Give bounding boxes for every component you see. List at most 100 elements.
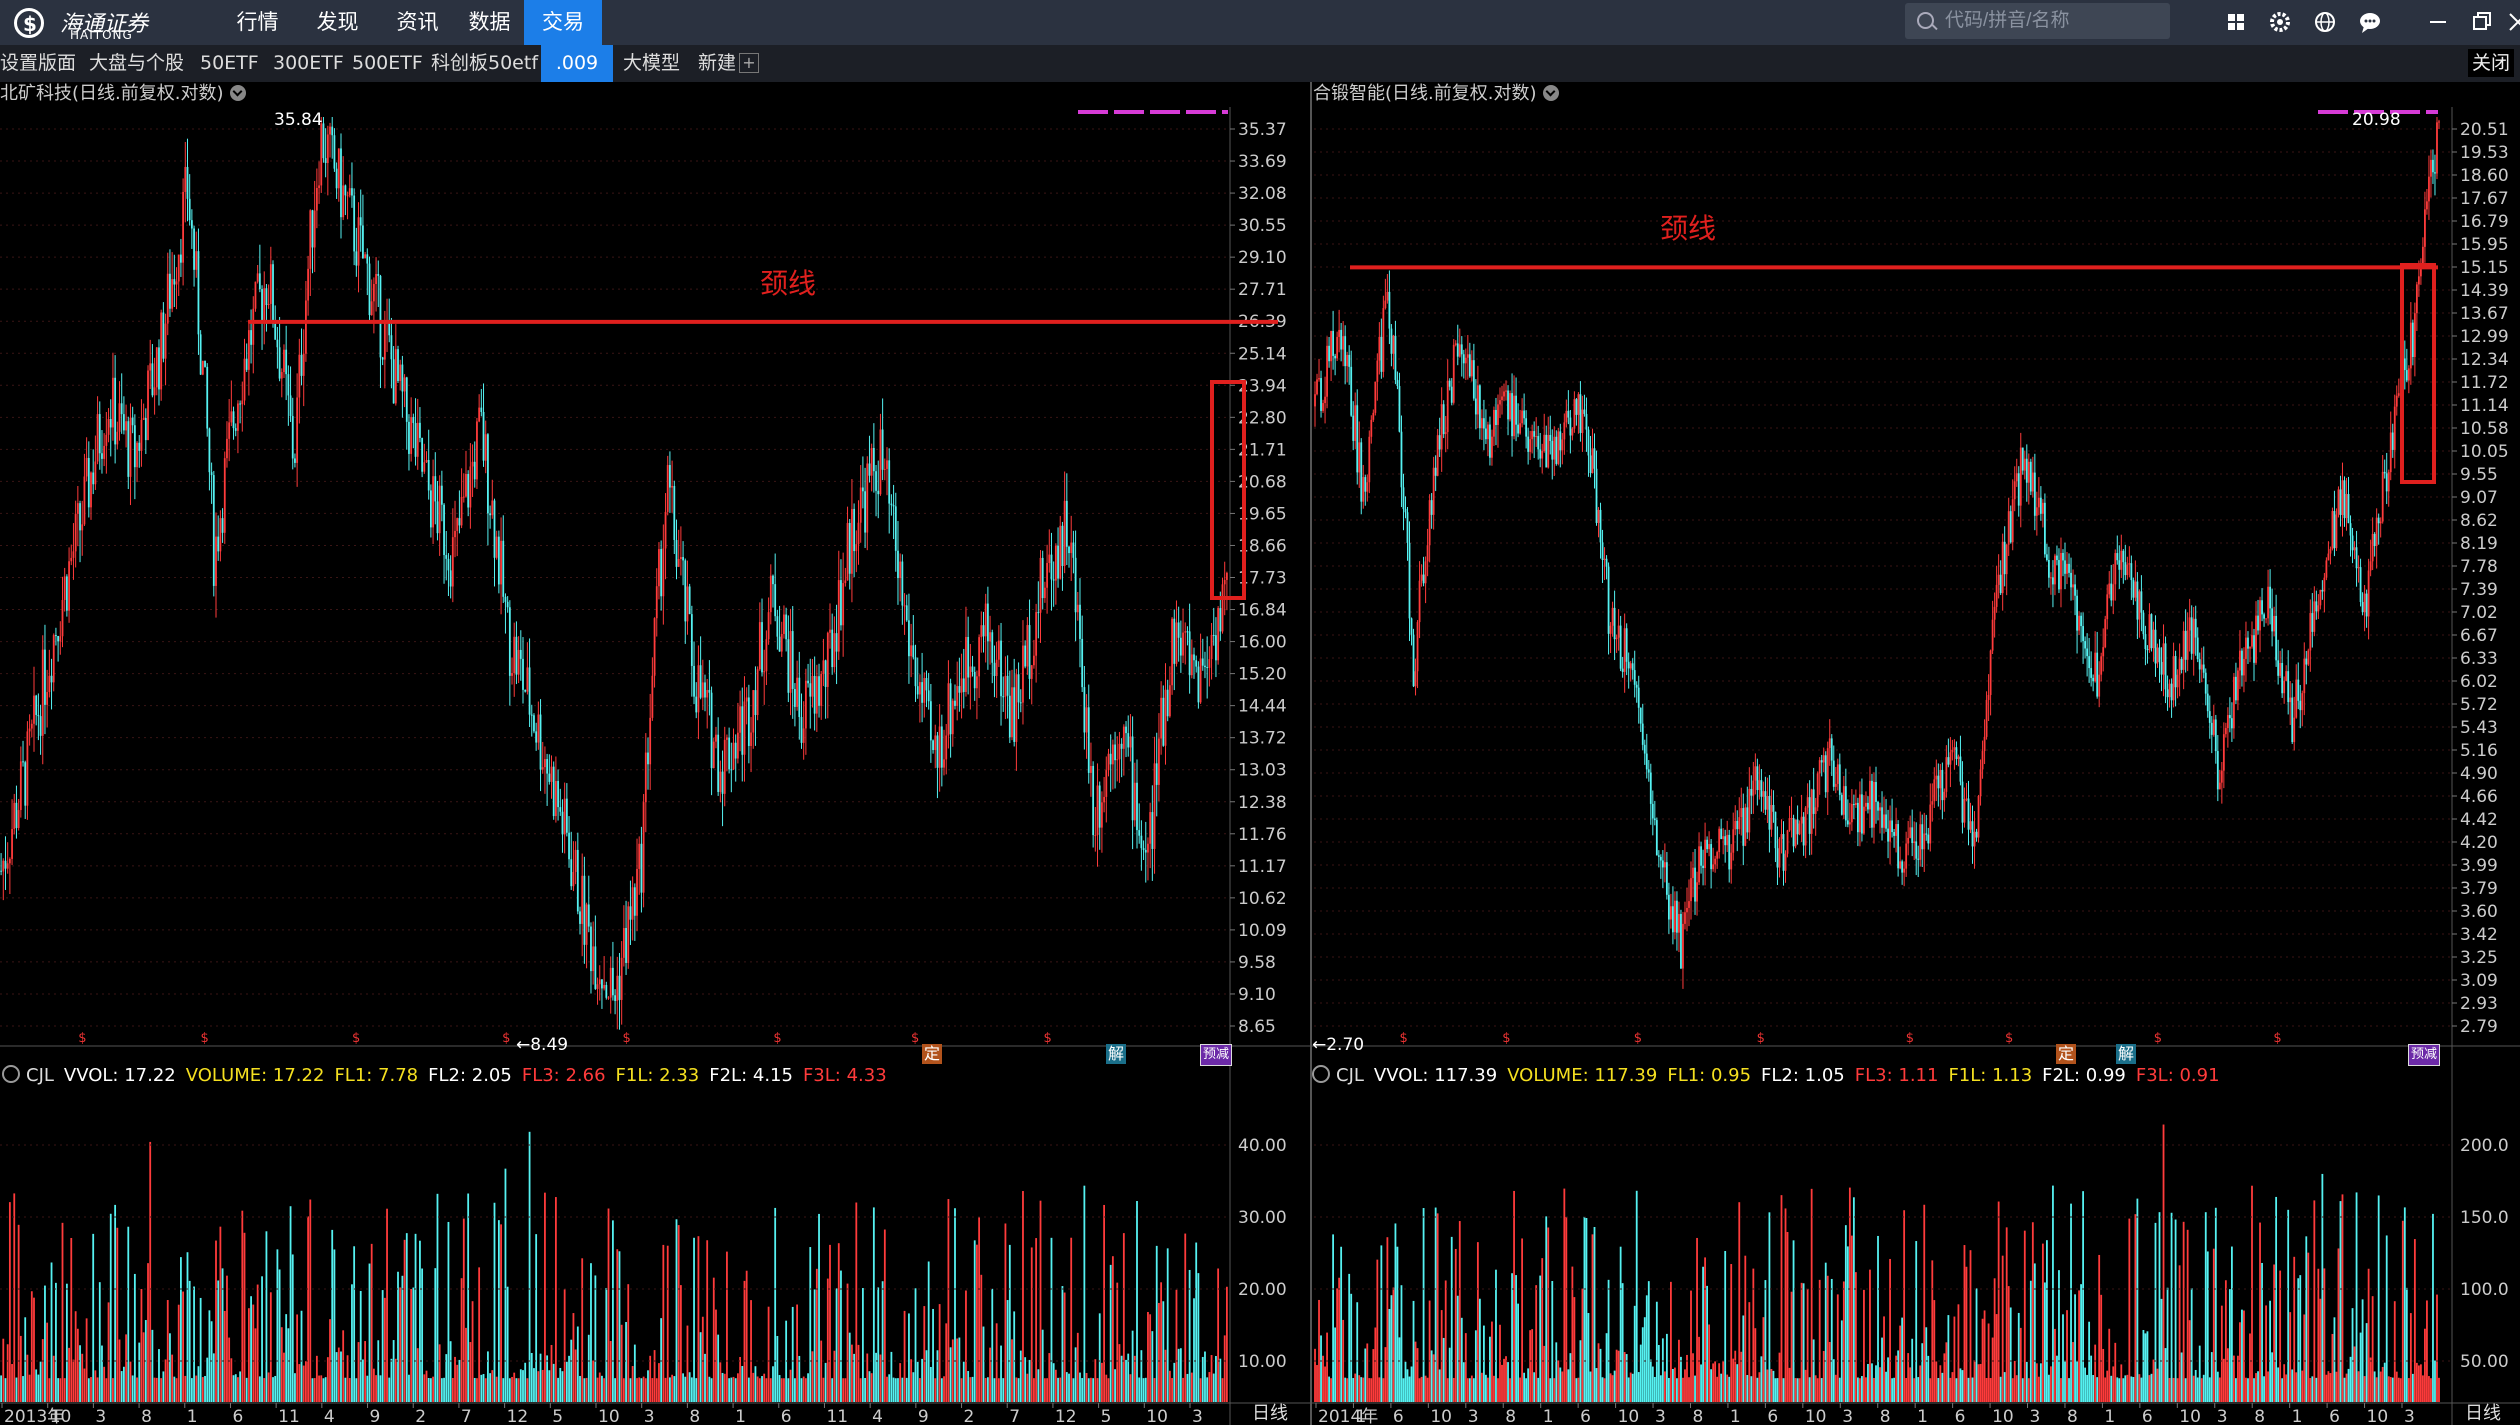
close-icon[interactable] [2504, 8, 2520, 36]
candle-body [802, 728, 805, 743]
event-marker[interactable]: 预减 [2408, 1044, 2441, 1066]
candle-body [302, 353, 305, 376]
tab-500etf[interactable]: 500ETF [352, 45, 423, 82]
event-marker[interactable]: 定 [2056, 1044, 2077, 1064]
candle-body [1551, 440, 1554, 460]
candle-body [2011, 499, 2014, 543]
volume-bar [495, 1376, 498, 1402]
candle-body [1764, 791, 1767, 810]
volume-bar [945, 1323, 948, 1402]
volume-bar [1806, 1288, 1809, 1402]
candle-body [526, 667, 529, 692]
y-tick-label: 14.44 [1238, 697, 1287, 717]
tab-300etf[interactable]: 300ETF [273, 45, 344, 82]
volume-bar [1440, 1310, 1443, 1402]
candle-body [2152, 629, 2155, 649]
restore-icon[interactable] [2468, 8, 2496, 36]
candle-body [2259, 600, 2261, 631]
candle-body [1848, 822, 1851, 825]
volume-bar [15, 1377, 18, 1402]
minimize-icon[interactable] [2424, 8, 2452, 36]
candle-body [1790, 818, 1793, 820]
event-marker[interactable]: 定 [922, 1044, 943, 1064]
candle-body [539, 714, 542, 770]
volume-bar [368, 1263, 371, 1402]
tab-009[interactable]: .009 [541, 45, 613, 82]
close-layout-button[interactable]: 关闭 [2467, 49, 2514, 77]
nav-market[interactable]: 行情 [225, 0, 290, 45]
volume-bar [1539, 1275, 1542, 1402]
volume-bar [1867, 1363, 1869, 1402]
chevron-down-icon[interactable] [229, 85, 246, 101]
chart-canvas[interactable]: 20.5119.5318.6017.6716.7915.9515.1514.39… [1310, 82, 2520, 1425]
volume-bar [1048, 1353, 1051, 1402]
frequency-label[interactable]: 日线 [1245, 1403, 1295, 1425]
candle-body [1740, 808, 1743, 818]
x-tick-label: 1 [1730, 1407, 1741, 1425]
gear-icon[interactable] [2266, 8, 2294, 36]
candle-body [881, 429, 884, 470]
candle-body [1497, 404, 1499, 425]
tab-big-model[interactable]: 大模型 [623, 45, 680, 82]
volume-bar [618, 1251, 621, 1402]
x-tick-label: 1 [2292, 1407, 2303, 1425]
tab-layout-settings[interactable]: 设置版面 [0, 45, 76, 82]
volume-bar [2345, 1373, 2348, 1402]
candle-body [210, 472, 213, 476]
search-box[interactable] [1905, 3, 2170, 39]
volume-bar [1050, 1237, 1053, 1402]
volume-bar [1390, 1295, 1393, 1402]
chart-canvas[interactable]: 35.3733.6932.0830.5529.1027.7126.3925.14… [0, 82, 1310, 1425]
tab-star50etf[interactable]: 科创板50etf [431, 45, 538, 82]
indicator-name[interactable]: CJL [1336, 1065, 1364, 1086]
candle-body [2275, 615, 2278, 661]
add-tab-icon[interactable]: + [739, 53, 759, 73]
tab-market-stocks[interactable]: 大盘与个股 [89, 45, 184, 82]
search-input[interactable] [1943, 6, 2162, 36]
candle-body [28, 728, 31, 732]
nav-discover[interactable]: 发现 [305, 0, 370, 45]
indicator-toggle-icon[interactable] [2, 1065, 20, 1083]
candle-body [1208, 659, 1211, 668]
candle-body [1221, 584, 1224, 632]
candle-body [98, 414, 101, 454]
x-tick-label: 1 [1355, 1407, 1366, 1425]
candle-body [1164, 689, 1167, 746]
volume-bar [2210, 1352, 2213, 1402]
x-tick-label: 7 [1009, 1407, 1020, 1425]
volume-bar [1090, 1377, 1092, 1402]
volume-bar [2222, 1358, 2225, 1402]
tab-new[interactable]: 新建 [698, 45, 736, 82]
candle-body [480, 407, 483, 413]
chat-icon[interactable] [2356, 8, 2384, 36]
tab-50etf[interactable]: 50ETF [200, 45, 259, 82]
volume-bar [1208, 1372, 1211, 1402]
event-marker[interactable]: 预减 [1200, 1044, 1233, 1066]
volume-bar [2430, 1378, 2432, 1402]
nav-trade[interactable]: 交易 [524, 0, 602, 45]
volume-bar [1782, 1378, 1785, 1402]
candle-body [445, 555, 448, 559]
volume-bar [1575, 1378, 1578, 1402]
chevron-down-icon[interactable] [1542, 85, 1559, 101]
vol-tick-label: 40.00 [1238, 1136, 1287, 1156]
candle-body [2281, 663, 2284, 694]
volume-bar [1724, 1250, 1727, 1402]
volume-bar [392, 1340, 395, 1402]
event-marker[interactable]: 解 [1106, 1044, 1127, 1064]
indicator-toggle-icon[interactable] [1312, 1065, 1330, 1083]
nav-news[interactable]: 资讯 [385, 0, 450, 45]
globe-icon[interactable] [2311, 8, 2339, 36]
candle-body [2424, 209, 2426, 247]
event-marker[interactable]: 解 [2116, 1044, 2137, 1064]
y-tick-label: 13.67 [2460, 304, 2509, 324]
grid-icon[interactable] [2222, 8, 2250, 36]
volume-bar [2357, 1371, 2360, 1402]
frequency-label[interactable]: 日线 [2458, 1403, 2508, 1425]
volume-bar [41, 1339, 44, 1402]
candle-body [1026, 625, 1029, 667]
volume-bar [190, 1378, 193, 1402]
candle-body [1887, 828, 1889, 842]
nav-data[interactable]: 数据 [457, 0, 522, 45]
indicator-name[interactable]: CJL [26, 1065, 54, 1086]
